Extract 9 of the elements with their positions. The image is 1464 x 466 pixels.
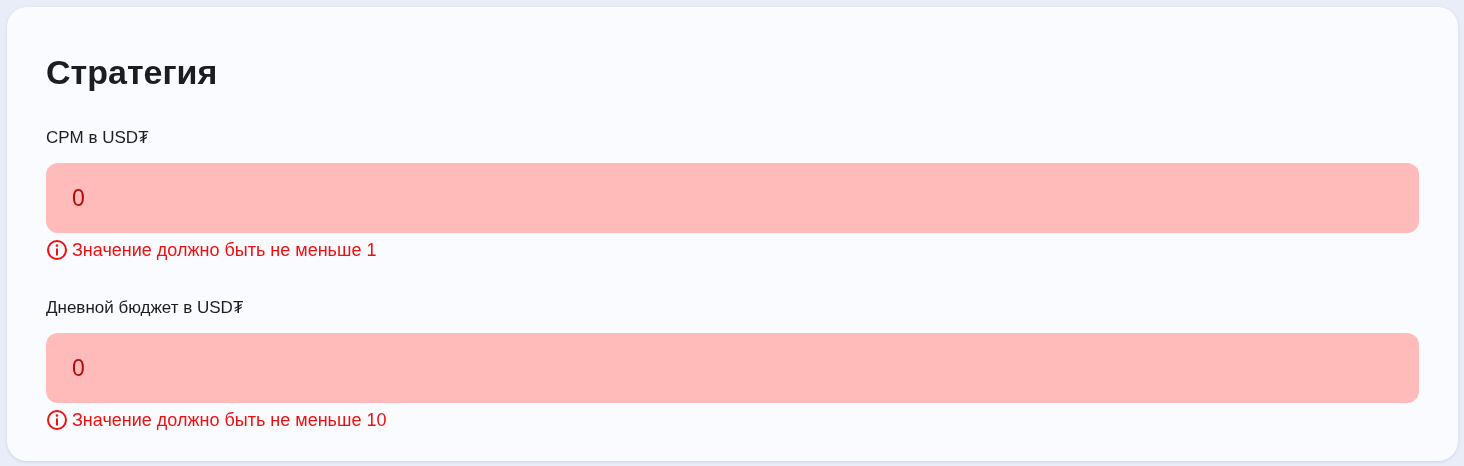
info-icon xyxy=(46,239,68,261)
info-icon xyxy=(46,409,68,431)
input-field[interactable]: 0 xyxy=(46,163,1419,233)
input-field[interactable]: 0 xyxy=(46,333,1419,403)
section-title: Стратегия xyxy=(46,53,219,91)
error-message: Значение должно быть не меньше 10 xyxy=(72,409,387,431)
error-message: Значение должно быть не меньше 1 xyxy=(72,239,377,261)
field-label: CPM в USD₮ xyxy=(46,127,149,149)
field-label: Дневной бюджет в USD₮ xyxy=(46,297,244,319)
